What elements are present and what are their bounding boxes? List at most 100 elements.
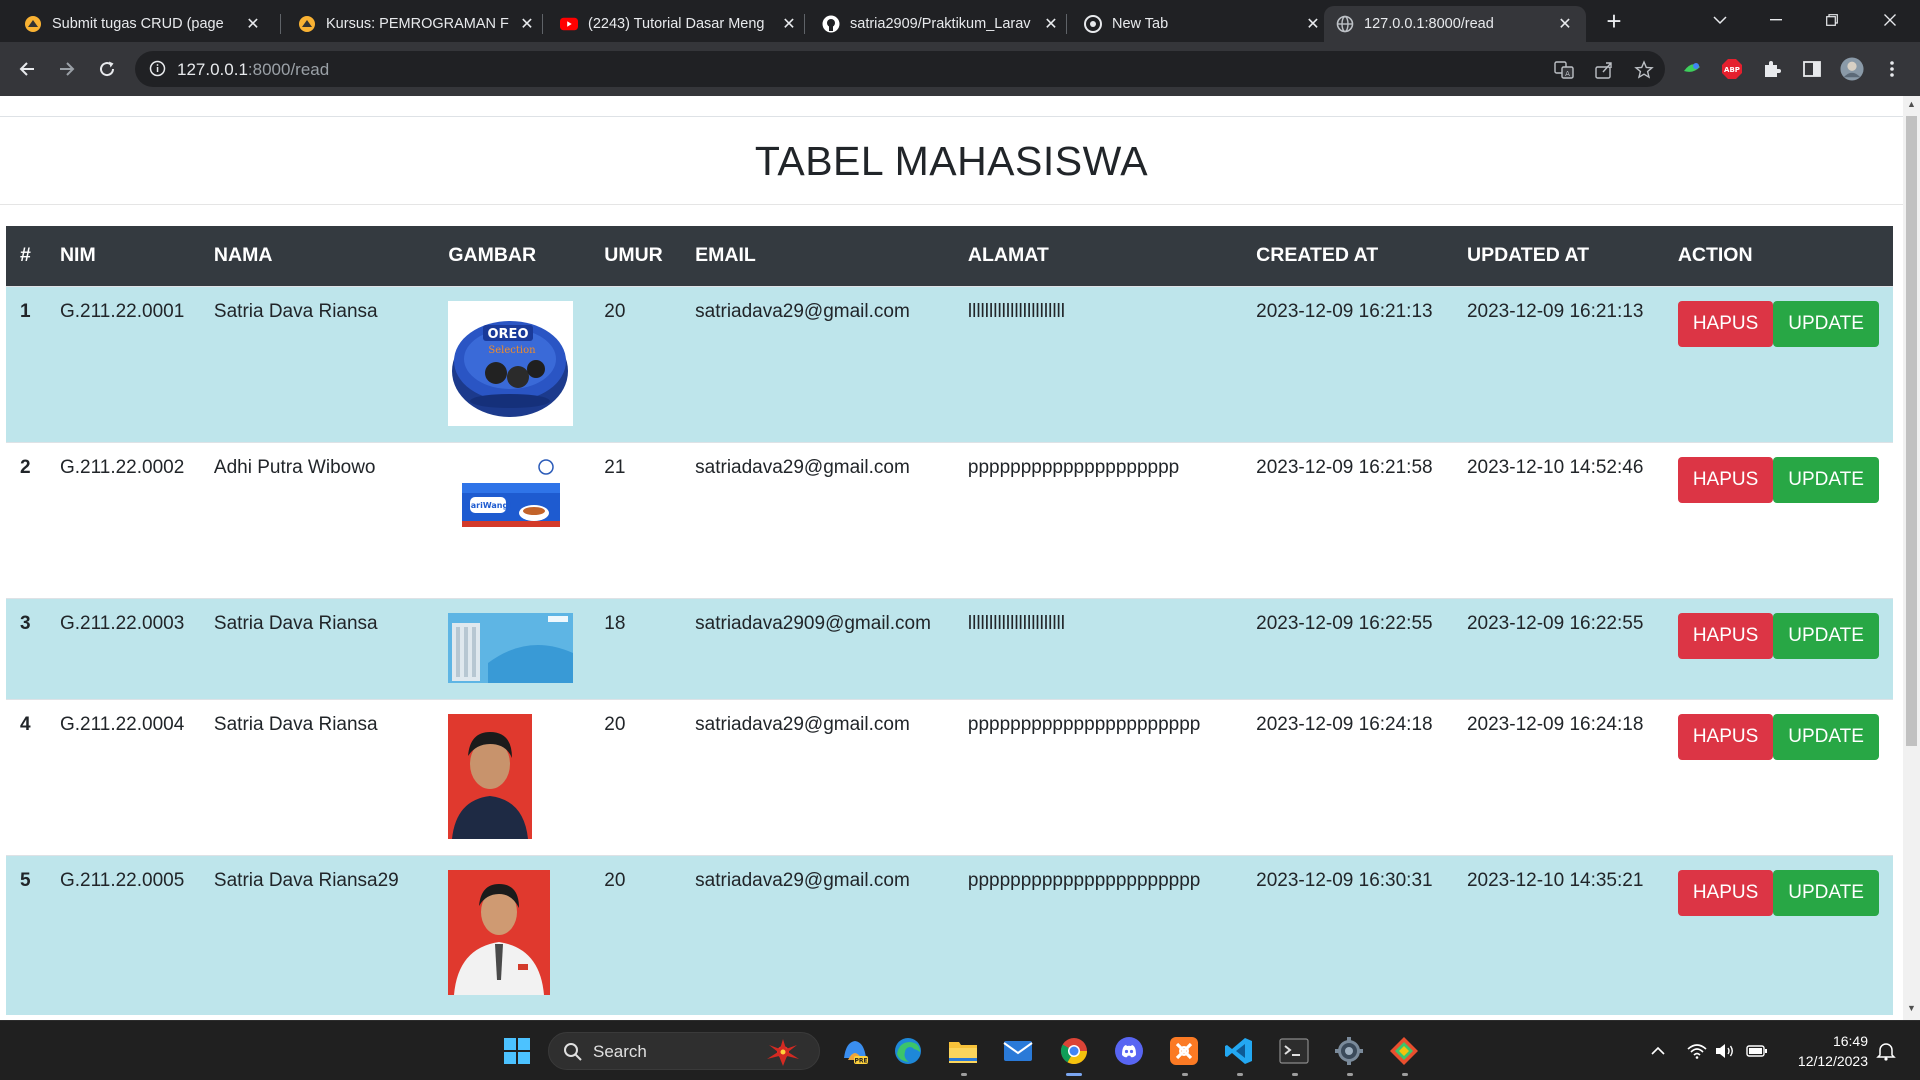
col-header-action: ACTION (1663, 226, 1893, 286)
close-tab-icon[interactable]: ✕ (1556, 14, 1574, 34)
hapus-button[interactable]: HAPUS (1677, 713, 1774, 760)
profile-avatar[interactable] (1840, 57, 1864, 81)
chrome-taskbar-icon[interactable] (1057, 1034, 1091, 1068)
page-viewport: TABEL MAHASISWA # NIM NAMA GAMBAR UMUR E… (0, 96, 1903, 1020)
adblock-plus-icon[interactable]: ABP (1720, 57, 1744, 81)
col-header-no: # (6, 226, 46, 286)
minimize-icon[interactable] (1748, 0, 1804, 40)
site-info-icon[interactable] (149, 60, 166, 82)
forward-arrow-icon[interactable] (51, 53, 83, 85)
cell-gambar (434, 854, 591, 1015)
close-tab-icon[interactable]: ✕ (1304, 14, 1322, 34)
scroll-up-arrow-icon[interactable]: ▲ (1907, 100, 1916, 109)
battery-icon[interactable] (1745, 1039, 1769, 1063)
running-indicator (1182, 1073, 1188, 1076)
cell-alamat: lllllllllllllllllllllll (953, 597, 1243, 699)
tab-new-tab[interactable]: New Tab ✕ (1072, 6, 1334, 42)
side-panel-icon[interactable] (1800, 57, 1824, 81)
hapus-button[interactable]: HAPUS (1677, 300, 1774, 347)
new-tab-button[interactable]: + (1598, 6, 1630, 38)
cell-action: HAPUS UPDATE (1663, 854, 1893, 1015)
file-explorer-icon[interactable] (946, 1034, 980, 1068)
tab-title: (2243) Tutorial Dasar Meng (588, 16, 765, 32)
address-bar[interactable]: 127.0.0.1:8000/read A (135, 51, 1665, 87)
vscode-icon[interactable] (1222, 1034, 1256, 1068)
scroll-down-arrow-icon[interactable]: ▼ (1907, 1004, 1916, 1013)
cell-email: satriadava29@gmail.com (681, 698, 954, 855)
system-clock[interactable]: 16:49 12/12/2023 (1798, 1031, 1868, 1071)
hapus-button[interactable]: HAPUS (1677, 869, 1774, 916)
url-path: :8000/read (247, 60, 330, 79)
scrollbar-thumb[interactable] (1906, 116, 1917, 746)
page-title: TABEL MAHASISWA (754, 138, 1149, 184)
mail-icon[interactable] (1001, 1034, 1035, 1068)
clock-date: 12/12/2023 (1797, 1053, 1868, 1069)
page-scrollbar[interactable]: ▲ ▼ (1903, 96, 1920, 1020)
cell-action: HAPUS UPDATE (1663, 285, 1893, 442)
hapus-button[interactable]: HAPUS (1677, 612, 1774, 659)
tab-title: 127.0.0.1:8000/read (1364, 16, 1494, 32)
browser-tab-strip: Submit tugas CRUD (page ✕ Kursus: PEMROG… (0, 0, 1920, 42)
xampp-icon[interactable] (1167, 1034, 1201, 1068)
cell-action: HAPUS UPDATE (1663, 441, 1893, 598)
extensions-puzzle-icon[interactable] (1760, 57, 1784, 81)
windows-start-icon[interactable] (500, 1034, 534, 1068)
cell-alamat: pppppppppppppppppppppp (953, 854, 1243, 1015)
extension-green-icon[interactable] (1680, 57, 1704, 81)
volume-icon[interactable] (1713, 1039, 1737, 1063)
tab-kursus[interactable]: Kursus: PEMROGRAMAN F ✕ (286, 6, 548, 42)
hapus-button[interactable]: HAPUS (1677, 456, 1774, 503)
settings-gear-icon[interactable] (1332, 1034, 1366, 1068)
git-kraken-icon[interactable] (1387, 1034, 1421, 1068)
terminal-icon[interactable] (1277, 1034, 1311, 1068)
restore-icon[interactable] (1804, 0, 1860, 40)
building-banner-image (448, 612, 574, 683)
update-button[interactable]: UPDATE (1773, 456, 1879, 503)
discord-icon[interactable] (1112, 1034, 1146, 1068)
cell-created-at: 2023-12-09 16:22:55 (1242, 597, 1453, 699)
url-text[interactable]: 127.0.0.1:8000/read (177, 60, 329, 80)
cell-updated-at: 2023-12-09 16:21:13 (1452, 285, 1664, 442)
update-button[interactable]: UPDATE (1773, 300, 1879, 347)
cell-alamat: pppppppppppppppppppppp (953, 698, 1243, 855)
share-icon[interactable] (1593, 59, 1615, 81)
update-button[interactable]: UPDATE (1773, 612, 1879, 659)
update-button[interactable]: UPDATE (1773, 869, 1879, 916)
globe-icon (1336, 15, 1354, 33)
table-row: 1 G.211.22.0001 Satria Dava Riansa OREO … (6, 285, 1893, 442)
cell-gambar (434, 597, 591, 699)
tab-search-icon[interactable] (1692, 0, 1748, 40)
show-hidden-icons-chevron-icon[interactable] (1646, 1039, 1670, 1063)
tab-youtube[interactable]: (2243) Tutorial Dasar Meng ✕ (548, 6, 810, 42)
svg-text:ABP: ABP (1724, 66, 1740, 74)
edge-browser-icon[interactable] (891, 1034, 925, 1068)
update-button[interactable]: UPDATE (1773, 713, 1879, 760)
close-tab-icon[interactable]: ✕ (780, 14, 798, 34)
bookmark-star-icon[interactable] (1633, 59, 1655, 81)
back-arrow-icon[interactable] (11, 53, 43, 85)
tab-submit-tugas[interactable]: Submit tugas CRUD (page ✕ (12, 6, 274, 42)
tab-title: New Tab (1112, 16, 1169, 32)
running-indicator (961, 1073, 967, 1076)
cell-alamat: pppppppppppppppppppp (953, 441, 1243, 598)
copilot-icon[interactable]: PRE (838, 1034, 872, 1068)
taskbar-search-box[interactable]: Search (548, 1032, 820, 1070)
chrome-menu-icon[interactable] (1880, 57, 1904, 81)
close-window-icon[interactable] (1862, 0, 1918, 40)
running-indicator (1237, 1073, 1243, 1076)
col-header-email: EMAIL (681, 226, 954, 286)
table-row: 5 G.211.22.0005 Satria Dava Riansa29 20 … (6, 854, 1893, 1015)
mahasiswa-table: # NIM NAMA GAMBAR UMUR EMAIL ALAMAT CREA… (6, 226, 1893, 1015)
tab-github[interactable]: satria2909/Praktikum_Larav ✕ (810, 6, 1072, 42)
translate-icon[interactable]: A (1553, 59, 1575, 81)
cell-email: satriadava29@gmail.com (681, 285, 954, 442)
reload-icon[interactable] (91, 53, 123, 85)
cell-created-at: 2023-12-09 16:24:18 (1242, 698, 1453, 855)
close-tab-icon[interactable]: ✕ (244, 14, 262, 34)
tab-read-active[interactable]: 127.0.0.1:8000/read ✕ (1324, 6, 1586, 42)
wifi-icon[interactable] (1685, 1039, 1709, 1063)
cell-gambar: SariWangi (434, 441, 591, 598)
close-tab-icon[interactable]: ✕ (518, 14, 536, 34)
close-tab-icon[interactable]: ✕ (1042, 14, 1060, 34)
notification-bell-icon[interactable] (1874, 1039, 1898, 1063)
